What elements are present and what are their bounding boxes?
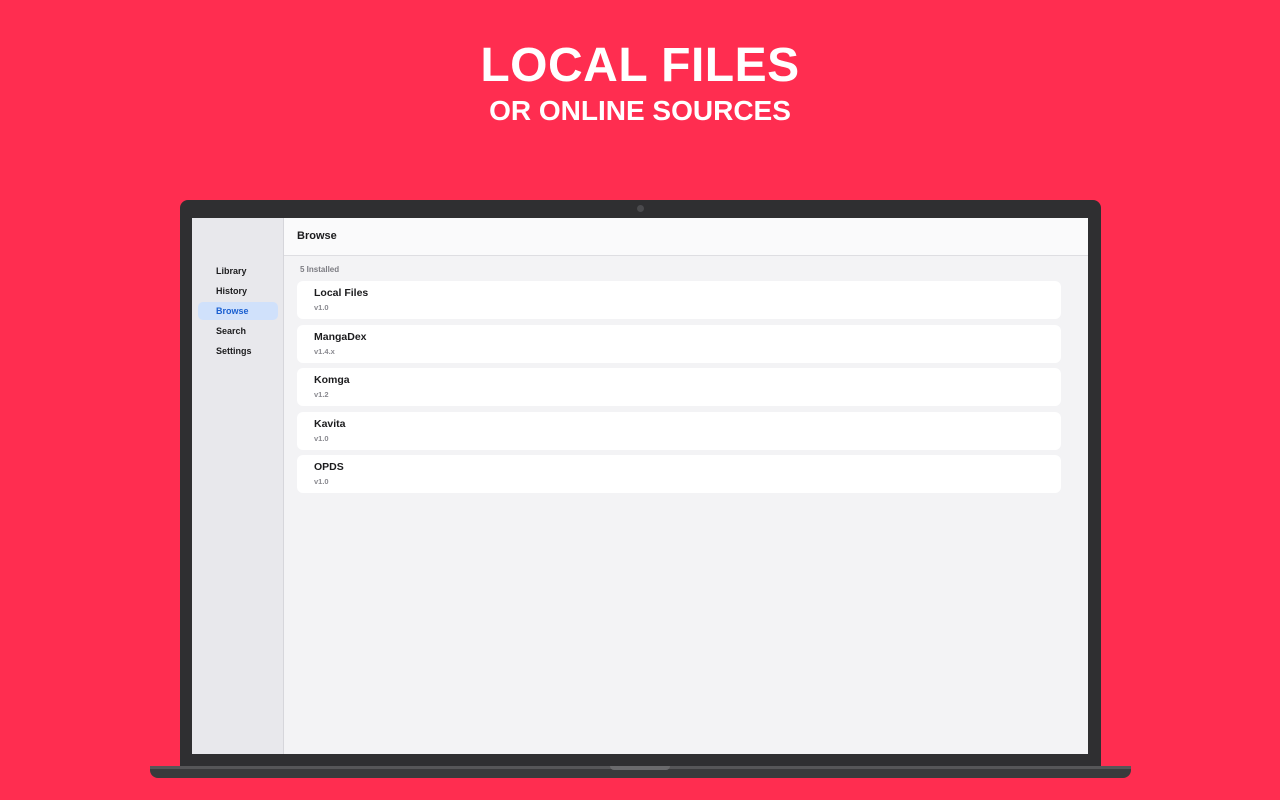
sidebar-nav: Library History Browse Search Settings xyxy=(198,262,278,362)
source-version: v1.0 xyxy=(314,433,329,443)
source-version: v1.4.x xyxy=(314,346,335,356)
toolbar: Browse xyxy=(284,218,1088,256)
source-row-komga[interactable]: Komga v1.2 xyxy=(297,368,1061,407)
source-row-opds[interactable]: OPDS v1.0 xyxy=(297,455,1061,494)
sidebar-item-browse[interactable]: Browse xyxy=(198,302,278,320)
source-row-local-files[interactable]: Local Files v1.0 xyxy=(297,281,1061,319)
source-list: Local Files v1.0 MangaDex v1.4.x Komga v… xyxy=(297,281,1061,499)
sidebar-item-settings[interactable]: Settings xyxy=(198,342,278,360)
source-name: OPDS xyxy=(314,461,344,474)
sidebar: Library History Browse Search Settings xyxy=(192,218,284,754)
camera-dot xyxy=(637,205,644,212)
source-version: v1.2 xyxy=(314,390,329,400)
source-row-kavita[interactable]: Kavita v1.0 xyxy=(297,411,1061,450)
promo-headline: LOCAL FILES xyxy=(480,39,800,92)
app-window: Library History Browse Search Settings B… xyxy=(192,218,1088,754)
sidebar-item-history[interactable]: History xyxy=(198,282,278,300)
promo-subheadline: OR ONLINE SOURCES xyxy=(489,95,791,126)
source-name: Local Files xyxy=(314,287,369,299)
source-name: MangaDex xyxy=(314,330,367,343)
laptop-notch xyxy=(610,766,670,770)
source-name: Kavita xyxy=(314,417,346,430)
installed-count-label: 5 Installed xyxy=(300,265,340,274)
sidebar-item-library[interactable]: Library xyxy=(198,262,278,280)
source-row-mangadex[interactable]: MangaDex v1.4.x xyxy=(297,324,1061,363)
source-version: v1.0 xyxy=(314,303,329,312)
source-name: Komga xyxy=(314,374,350,387)
source-version: v1.0 xyxy=(314,477,329,487)
main-content: Browse 5 Installed Local Files v1.0 Mang… xyxy=(284,218,1088,754)
page-title: Browse xyxy=(297,230,337,242)
sidebar-item-search[interactable]: Search xyxy=(198,322,278,340)
